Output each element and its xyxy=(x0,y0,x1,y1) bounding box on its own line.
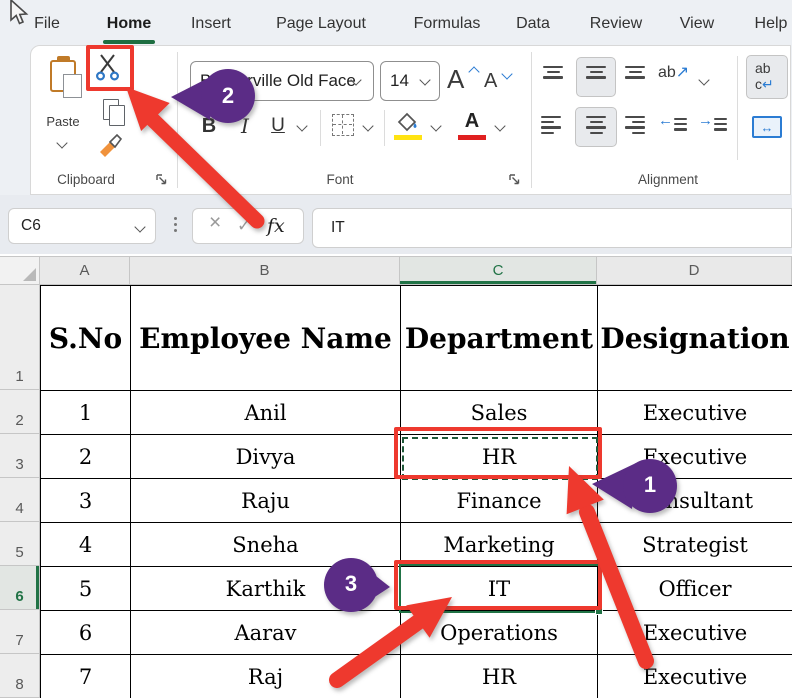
cell-a2[interactable]: 1 xyxy=(41,391,131,435)
cell-b8[interactable]: Raj xyxy=(131,655,401,698)
cell-b1[interactable]: Employee Name xyxy=(131,286,401,391)
cell-c8[interactable]: HR xyxy=(401,655,598,698)
font-group-label: Font xyxy=(326,172,354,187)
cell-c1[interactable]: Department xyxy=(401,286,598,391)
cell-b4[interactable]: Raju xyxy=(131,479,401,523)
tab-page-layout[interactable]: Page Layout xyxy=(264,12,378,36)
cell-d4[interactable]: Consultant xyxy=(598,479,792,523)
wrap-return-arrow-icon: ↵ xyxy=(762,76,774,92)
annotation-box-cell-c6 xyxy=(394,560,602,610)
cell-a6[interactable]: 5 xyxy=(41,567,131,611)
row-header-2[interactable]: 2 xyxy=(0,390,40,434)
cell-a1[interactable]: S.No xyxy=(41,286,131,391)
row-header-6-selected[interactable]: 6 xyxy=(0,566,40,610)
row-header-3[interactable]: 3 xyxy=(0,434,40,478)
insert-function-fx-icon[interactable]: fx xyxy=(267,215,285,237)
cell-a3[interactable]: 2 xyxy=(41,435,131,479)
font-dialog-launcher-icon[interactable] xyxy=(508,173,521,186)
formula-input[interactable]: IT xyxy=(312,208,792,248)
tab-view[interactable]: View xyxy=(674,12,720,36)
cell-b2[interactable]: Anil xyxy=(131,391,401,435)
cell-a8[interactable]: 7 xyxy=(41,655,131,698)
cell-c4[interactable]: Finance xyxy=(401,479,598,523)
cell-a7[interactable]: 6 xyxy=(41,611,131,655)
tab-data[interactable]: Data xyxy=(512,12,554,36)
top-align-button[interactable] xyxy=(543,66,563,79)
tab-help[interactable]: Help xyxy=(750,12,792,36)
row-header-7[interactable]: 7 xyxy=(0,610,40,654)
cell-d5[interactable]: Strategist xyxy=(598,523,792,567)
clipboard-group-label: Clipboard xyxy=(57,172,115,187)
tab-insert[interactable]: Insert xyxy=(185,12,237,36)
tab-file[interactable]: File xyxy=(30,12,64,36)
cell-d8[interactable]: Executive xyxy=(598,655,792,698)
select-all-corner[interactable] xyxy=(0,256,40,285)
tab-home[interactable]: Home xyxy=(99,12,159,36)
underline-button[interactable]: U xyxy=(266,110,290,142)
clipboard-dialog-launcher-icon[interactable] xyxy=(155,173,168,186)
tab-review[interactable]: Review xyxy=(583,12,649,36)
decrease-font-size-button[interactable]: A xyxy=(484,70,497,93)
row-header-5[interactable]: 5 xyxy=(0,522,40,566)
align-right-button[interactable] xyxy=(625,116,645,134)
annotation-box-cell-c3 xyxy=(394,427,602,479)
enter-check-icon[interactable]: ✓ xyxy=(237,216,251,236)
font-color-bar xyxy=(458,135,486,140)
align-left-button[interactable] xyxy=(541,116,561,134)
cell-d7[interactable]: Executive xyxy=(598,611,792,655)
orientation-button[interactable]: ab↗ xyxy=(658,62,689,82)
column-header-d[interactable]: D xyxy=(597,256,792,285)
italic-button[interactable]: I xyxy=(234,110,256,142)
cell-d2[interactable]: Executive xyxy=(598,391,792,435)
column-header-c-selected[interactable]: C xyxy=(400,256,597,285)
borders-button-icon[interactable] xyxy=(332,114,354,136)
row-header-4[interactable]: 4 xyxy=(0,478,40,522)
row-header-8[interactable]: 8 xyxy=(0,654,40,698)
increase-indent-button[interactable]: → xyxy=(698,112,713,129)
cell-b6[interactable]: Karthik xyxy=(131,567,401,611)
bottom-align-button[interactable] xyxy=(625,66,645,79)
employee-table: S.No Employee Name Department Designatio… xyxy=(40,285,792,698)
formula-bar-splitter-icon[interactable] xyxy=(174,217,177,232)
cell-d3[interactable]: Executive xyxy=(598,435,792,479)
cell-d6[interactable]: Officer xyxy=(598,567,792,611)
excel-window: File Home Insert Page Layout Formulas Da… xyxy=(0,0,792,698)
column-header-a[interactable]: A xyxy=(40,256,130,285)
alignment-group-label: Alignment xyxy=(637,172,699,187)
wrap-text-button[interactable]: ab c↵ xyxy=(746,55,788,99)
increase-font-size-button[interactable]: A xyxy=(447,64,464,95)
font-size-combobox[interactable]: 14 xyxy=(380,61,440,101)
orientation-arrow-icon: ↗ xyxy=(675,64,690,81)
cell-b5[interactable]: Sneha xyxy=(131,523,401,567)
cell-c7[interactable]: Operations xyxy=(401,611,598,655)
cancel-icon[interactable]: × xyxy=(209,211,221,235)
font-name-combobox[interactable]: Baskerville Old Face xyxy=(190,61,374,101)
group-divider xyxy=(177,52,178,188)
active-tab-underline xyxy=(103,40,155,44)
paste-label: Paste xyxy=(46,114,80,129)
bold-button[interactable]: B xyxy=(196,110,222,142)
tab-formulas[interactable]: Formulas xyxy=(403,12,491,36)
font-color-button[interactable]: A xyxy=(460,108,484,134)
cell-b7[interactable]: Aarav xyxy=(131,611,401,655)
cell-a5[interactable]: 4 xyxy=(41,523,131,567)
fill-color-bar xyxy=(394,135,422,140)
cell-d1[interactable]: Designation xyxy=(598,286,792,391)
group-divider xyxy=(531,52,532,188)
cell-b3[interactable]: Divya xyxy=(131,435,401,479)
column-header-b[interactable]: B xyxy=(130,256,400,285)
annotation-box-cut-button xyxy=(86,45,134,91)
row-headers: 1 2 3 4 5 6 7 8 xyxy=(0,285,40,698)
merge-center-button[interactable]: ↔ xyxy=(752,116,782,138)
cell-a4[interactable]: 3 xyxy=(41,479,131,523)
decrease-indent-button[interactable]: ← xyxy=(658,112,673,129)
sub-divider xyxy=(737,56,738,160)
row-header-1[interactable]: 1 xyxy=(0,285,40,390)
formula-controls: × ✓ fx xyxy=(192,208,304,244)
